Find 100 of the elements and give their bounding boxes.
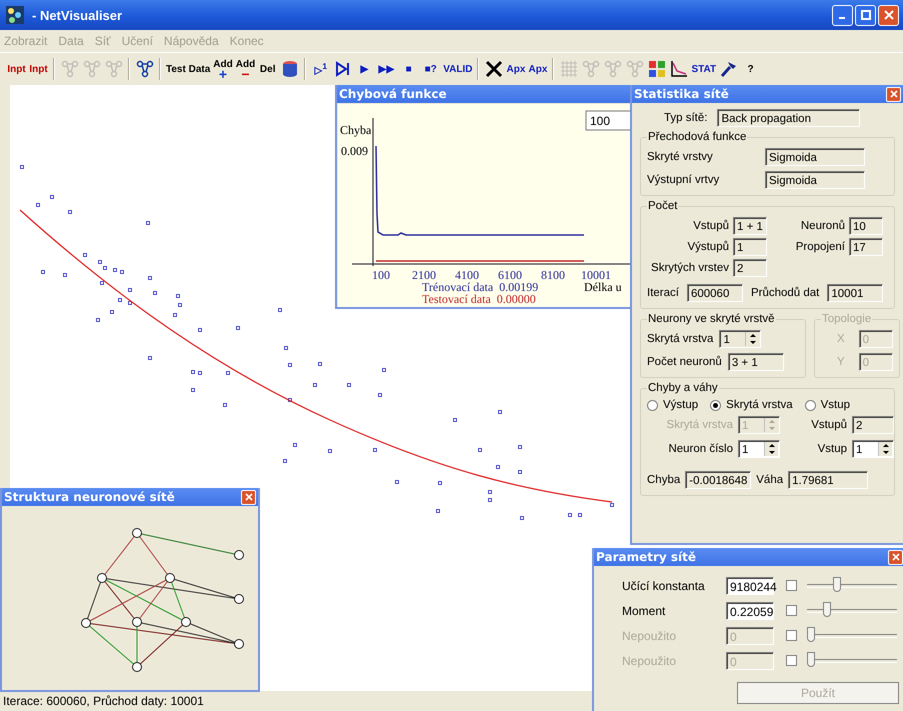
minimize-button[interactable]	[832, 4, 853, 26]
toolbar-button[interactable]: Inpt	[6, 57, 27, 81]
parameter-field[interactable]: 0.22059	[726, 602, 774, 620]
maximize-icon[interactable]	[860, 10, 870, 20]
field-label: Váha	[756, 474, 784, 486]
value-field: 10	[849, 217, 883, 235]
value-field: 10001	[827, 284, 884, 302]
app-icon	[6, 6, 24, 24]
field-label: Iterací	[647, 287, 679, 299]
field-label: Propojení	[794, 241, 845, 253]
value-field: Sigmoida	[765, 148, 865, 166]
toolbar-button[interactable]: VALID	[442, 57, 474, 81]
value-field: 1	[733, 238, 767, 256]
axis-tick-label: 8100	[541, 268, 565, 282]
toolbar-button[interactable]: Test Data	[165, 57, 212, 81]
database-icon[interactable]	[280, 60, 299, 78]
field-label: X	[837, 333, 845, 345]
value-field: 2	[733, 259, 767, 277]
parameter-field[interactable]: 9180244	[726, 576, 774, 594]
checkbox[interactable]	[786, 580, 797, 591]
field-label: Neuron číslo	[667, 443, 733, 455]
close-button[interactable]	[888, 550, 903, 564]
maximize-button[interactable]	[855, 4, 876, 26]
toolbar-button[interactable]: ■?	[420, 57, 442, 81]
interval-field[interactable]: 100	[586, 110, 632, 130]
field-label: Vstup	[816, 443, 847, 455]
toolbar-button[interactable]: ▷$^{1}$	[310, 57, 332, 81]
axis-tick-label: 4100	[455, 268, 479, 282]
spinner-field[interactable]: 1	[738, 440, 780, 458]
legend-entry: Testovací data 0.00000	[422, 292, 536, 306]
axis-tick-label: 0.009	[341, 144, 368, 158]
group-title: Topologie	[821, 313, 872, 326]
axis-tick-label: 6100	[498, 268, 522, 282]
close-button[interactable]	[878, 4, 899, 26]
cross-icon[interactable]	[484, 60, 503, 78]
field-label: Vstupů	[810, 419, 847, 431]
toolbar-button[interactable]: ?	[740, 57, 762, 81]
checkbox[interactable]	[786, 605, 797, 616]
slider-thumb[interactable]	[833, 576, 842, 592]
toolbar-button[interactable]: ▶	[354, 57, 376, 81]
toolbar-button[interactable]: ■	[398, 57, 420, 81]
radio-button[interactable]: Skrytá vrstva	[710, 399, 793, 411]
field-label: Skryté vrstvy	[647, 151, 714, 163]
axis-tick-label: 100	[372, 268, 390, 282]
value-field: 0	[858, 353, 893, 371]
value-field: 2	[852, 416, 894, 434]
chart-icon[interactable]	[670, 60, 688, 78]
group-title: Chyby a váhy	[647, 382, 719, 395]
parameter-label: Moment	[622, 604, 666, 618]
field-label: Typ sítě:	[664, 112, 708, 124]
window-title: Struktura neuronové sítě	[4, 490, 175, 504]
field-label: Výstupů	[686, 241, 729, 253]
field-label: Neuronů	[800, 220, 845, 232]
toolbar-button[interactable]: Add +	[212, 57, 234, 81]
window-title: Parametry sítě	[596, 550, 696, 564]
field-label: Skrytá vrstva	[647, 333, 714, 345]
toolbar-button[interactable]: Add −	[234, 57, 256, 81]
field-label: Chyba	[647, 474, 680, 486]
axis-tick-label: 10001	[581, 268, 611, 282]
value-field: 1.79681	[788, 471, 868, 489]
field-label: Skrytá vrstva	[666, 419, 733, 431]
field-label: Y	[837, 356, 845, 368]
close-button[interactable]	[886, 86, 901, 102]
group-title: Neurony ve skryté vrstvě	[647, 313, 776, 326]
toolbar-button[interactable]: ▶▶	[376, 57, 398, 81]
field-label: Výstupní vrtvy	[647, 174, 720, 186]
toolbar-button[interactable]: Apx	[505, 57, 526, 81]
value-field: Sigmoida	[765, 171, 865, 189]
field-label: Průchodů dat	[750, 287, 820, 299]
field-label: Vstupů	[692, 220, 729, 232]
close-icon[interactable]	[892, 553, 900, 561]
close-icon[interactable]	[890, 90, 898, 98]
value-field: 600060	[686, 284, 743, 302]
value-field: 1 + 1	[733, 217, 767, 235]
axis-label: Chyba	[340, 123, 372, 137]
spinner-field[interactable]: 1	[852, 440, 894, 458]
value-field: 17	[849, 238, 883, 256]
toolbar-button[interactable]: Del	[257, 57, 278, 81]
close-button[interactable]	[241, 490, 256, 504]
status-text: Iterace: 600060, Průchod daty: 10001	[3, 694, 204, 708]
toolbar-button[interactable]: Inpt	[28, 57, 49, 81]
window-title: Chybová funkce	[339, 87, 447, 101]
toolbar-button[interactable]: Apx	[527, 57, 548, 81]
toolbar-button[interactable]: STAT	[690, 57, 718, 81]
close-icon[interactable]	[244, 493, 252, 501]
slider-thumb[interactable]	[823, 602, 831, 616]
parameter-label: Učící konstanta	[622, 578, 706, 592]
legend-entry: Trénovací data 0.00199	[422, 280, 538, 294]
parameter-label: Nepoužito	[622, 628, 678, 642]
spinner-field[interactable]: 1	[719, 330, 762, 348]
network-icon[interactable]	[136, 60, 154, 78]
step-end-icon[interactable]	[334, 61, 351, 77]
radio-button[interactable]: Výstup	[647, 399, 698, 411]
hammer-icon[interactable]	[720, 60, 738, 78]
close-icon[interactable]	[884, 10, 894, 20]
radio-button[interactable]: Vstup	[804, 399, 850, 411]
network-type-field: Back propagation	[717, 109, 860, 127]
field-label: Počet neuronů	[647, 356, 722, 368]
color-network-icon[interactable]	[648, 60, 666, 78]
value-field: -0.0018648	[685, 471, 752, 489]
